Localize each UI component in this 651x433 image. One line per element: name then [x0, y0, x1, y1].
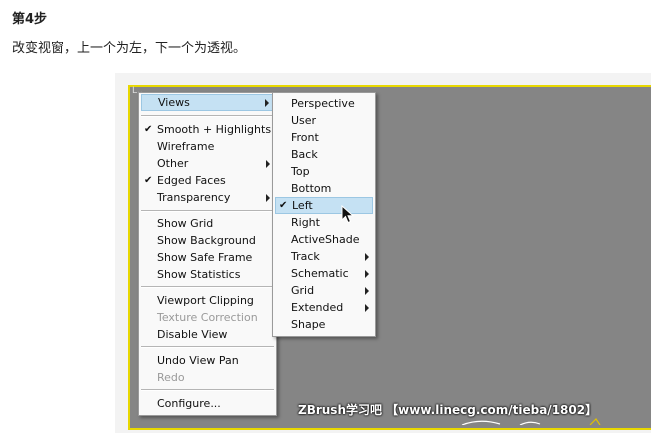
- submenu-item-perspective[interactable]: Perspective: [275, 95, 373, 112]
- menu-item-label: Extended: [291, 301, 344, 314]
- checkmark-icon: ✔: [144, 124, 153, 135]
- submenu-arrow-icon: [365, 287, 369, 295]
- menu-item-label: Other: [157, 157, 189, 170]
- submenu-arrow-icon: [365, 270, 369, 278]
- menu-item-label: Viewport Clipping: [157, 294, 254, 307]
- checkmark-icon: ✔: [144, 175, 153, 186]
- submenu-item-extended[interactable]: Extended: [275, 299, 373, 316]
- menu-item-label: Transparency: [157, 191, 231, 204]
- menu-item-label: Top: [291, 165, 310, 178]
- menu-item-label: ActiveShade: [291, 233, 360, 246]
- submenu-item-user[interactable]: User: [275, 112, 373, 129]
- menu-item-label: Wireframe: [157, 140, 215, 153]
- menu-separator: [141, 286, 274, 288]
- mouse-cursor-icon: [341, 205, 355, 224]
- menu-item-label: Show Safe Frame: [157, 251, 253, 264]
- menu-item-label: Shape: [291, 318, 326, 331]
- menu-item-label: Texture Correction: [157, 311, 258, 324]
- menu-item-label: Track: [291, 250, 320, 263]
- submenu-item-back[interactable]: Back: [275, 146, 373, 163]
- submenu-item-track[interactable]: Track: [275, 248, 373, 265]
- menu-separator: [141, 115, 274, 117]
- submenu-item-grid[interactable]: Grid: [275, 282, 373, 299]
- menu-item-smooth-highlights[interactable]: ✔ Smooth + Highlights: [141, 121, 274, 138]
- menu-item-label: Undo View Pan: [157, 354, 239, 367]
- menu-item-label: Schematic: [291, 267, 349, 280]
- menu-item-wireframe[interactable]: Wireframe: [141, 138, 274, 155]
- menu-item-label: User: [291, 114, 317, 127]
- menu-item-edged-faces[interactable]: ✔ Edged Faces: [141, 172, 274, 189]
- menu-separator: [141, 389, 274, 391]
- menu-item-show-grid[interactable]: Show Grid: [141, 215, 274, 232]
- submenu-arrow-icon: [266, 160, 270, 168]
- menu-item-label: Configure...: [157, 397, 221, 410]
- menu-item-label: Smooth + Highlights: [157, 123, 272, 136]
- views-submenu: Perspective User Front Back Top Bottom ✔…: [272, 92, 376, 337]
- menu-item-label: Show Grid: [157, 217, 214, 230]
- submenu-item-top[interactable]: Top: [275, 163, 373, 180]
- menu-item-transparency[interactable]: Transparency: [141, 189, 274, 206]
- menu-item-redo: Redo: [141, 369, 274, 386]
- menu-item-show-background[interactable]: Show Background: [141, 232, 274, 249]
- menu-item-label: Left: [292, 199, 313, 212]
- menu-separator: [141, 346, 274, 348]
- submenu-item-shape[interactable]: Shape: [275, 316, 373, 333]
- submenu-item-activeshade[interactable]: ActiveShade: [275, 231, 373, 248]
- menu-item-viewport-clipping[interactable]: Viewport Clipping: [141, 292, 274, 309]
- viewport-context-menu: Views ✔ Smooth + Highlights Wireframe Ot…: [138, 92, 277, 416]
- menu-item-views[interactable]: Views: [141, 94, 274, 111]
- menu-item-texture-correction: Texture Correction: [141, 309, 274, 326]
- menu-item-show-statistics[interactable]: Show Statistics: [141, 266, 274, 283]
- menu-item-disable-view[interactable]: Disable View: [141, 326, 274, 343]
- menu-item-label: Edged Faces: [157, 174, 226, 187]
- menu-item-label: Views: [158, 96, 190, 109]
- watermark-text: ZBrush学习吧 【www.linecg.com/tieba/1802】: [298, 403, 598, 417]
- watermark-decoration: [461, 418, 601, 425]
- submenu-item-bottom[interactable]: Bottom: [275, 180, 373, 197]
- menu-item-label: Bottom: [291, 182, 332, 195]
- submenu-arrow-icon: [365, 304, 369, 312]
- menu-item-undo-view-pan[interactable]: Undo View Pan: [141, 352, 274, 369]
- instruction-text: 改变视窗，上一个为左，下一个为透视。: [12, 41, 247, 56]
- submenu-item-right[interactable]: Right: [275, 214, 373, 231]
- step-title: 第4步: [12, 12, 48, 27]
- submenu-item-left[interactable]: ✔ Left: [275, 197, 373, 214]
- menu-item-label: Back: [291, 148, 318, 161]
- submenu-arrow-icon: [266, 194, 270, 202]
- menu-item-label: Show Statistics: [157, 268, 241, 281]
- menu-item-label: Disable View: [157, 328, 228, 341]
- menu-item-label: Grid: [291, 284, 315, 297]
- submenu-arrow-icon: [265, 99, 269, 107]
- menu-item-label: Redo: [157, 371, 185, 384]
- menu-item-label: Perspective: [291, 97, 355, 110]
- menu-item-show-safe-frame[interactable]: Show Safe Frame: [141, 249, 274, 266]
- menu-item-label: Front: [291, 131, 319, 144]
- submenu-item-front[interactable]: Front: [275, 129, 373, 146]
- submenu-item-schematic[interactable]: Schematic: [275, 265, 373, 282]
- menu-item-other[interactable]: Other: [141, 155, 274, 172]
- menu-item-label: Right: [291, 216, 320, 229]
- menu-item-configure[interactable]: Configure...: [141, 395, 274, 412]
- menu-separator: [141, 210, 274, 212]
- submenu-arrow-icon: [365, 253, 369, 261]
- menu-item-label: Show Background: [157, 234, 256, 247]
- checkmark-icon: ✔: [279, 200, 288, 211]
